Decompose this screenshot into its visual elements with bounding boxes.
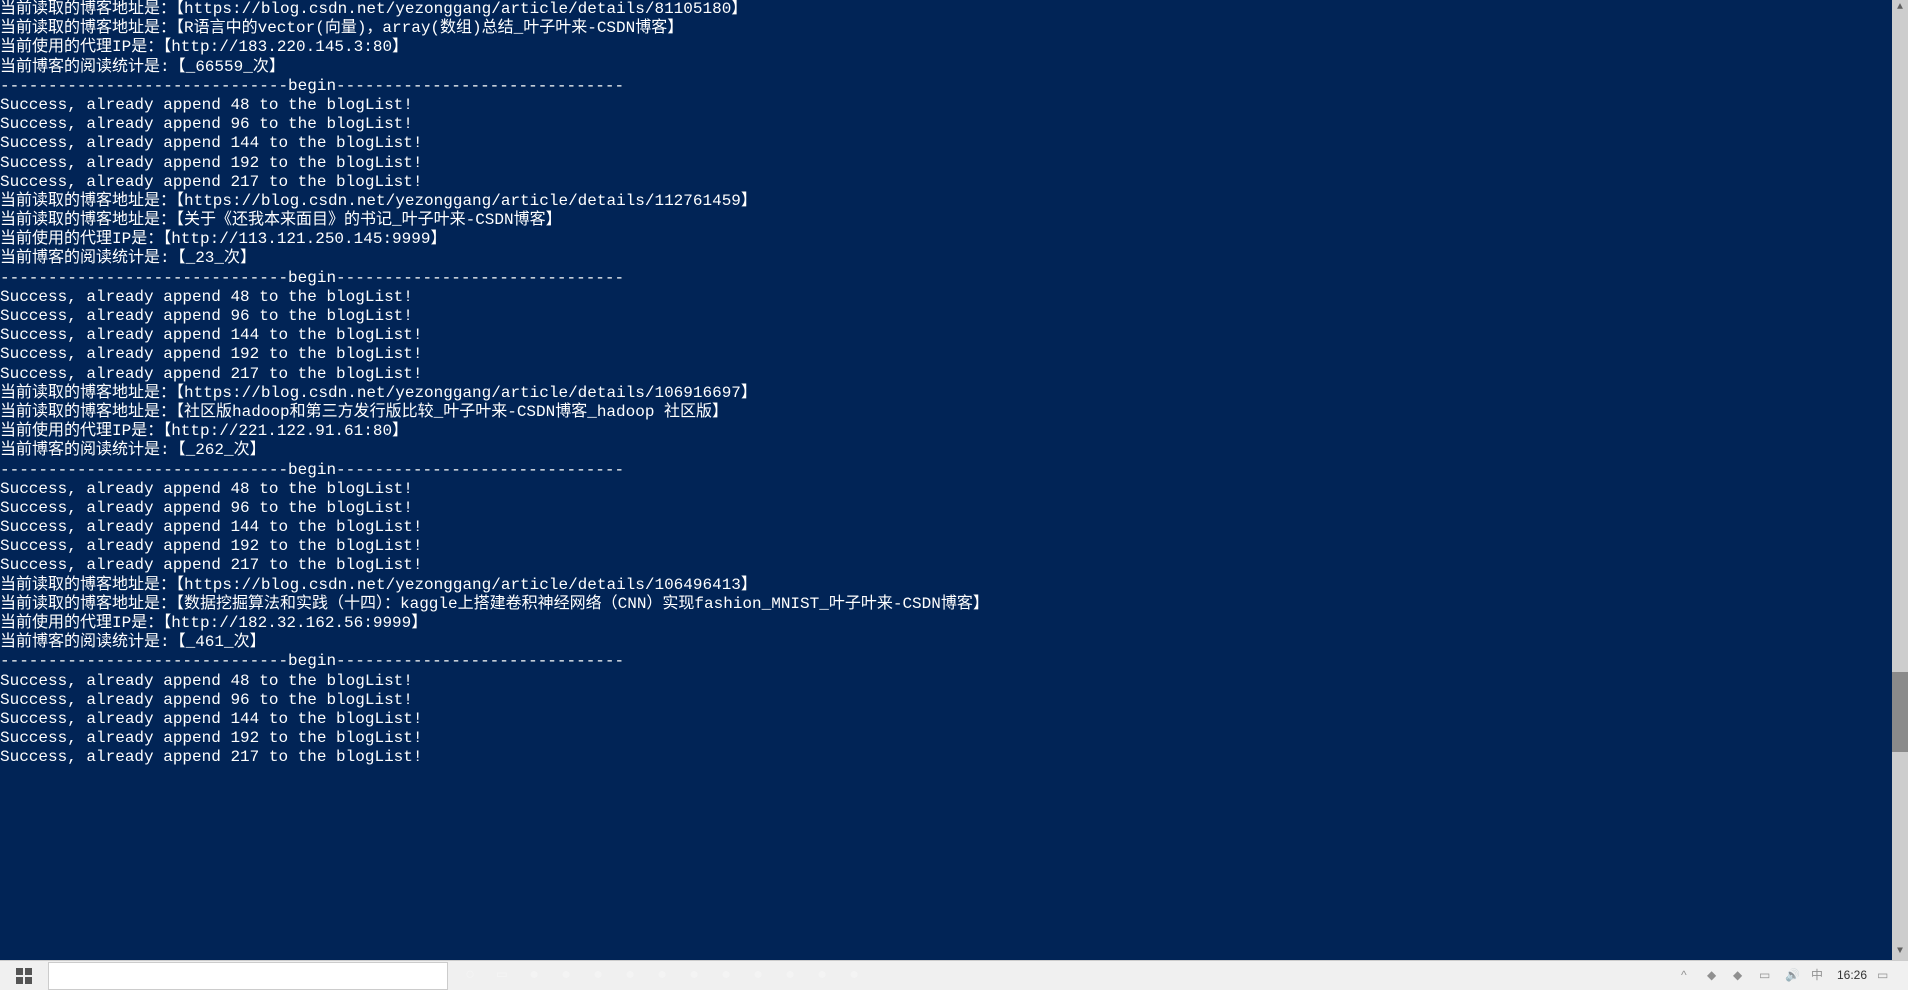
terminal-line: Success, already append 217 to the blogL…	[0, 173, 1908, 192]
terminal-line: Success, already append 96 to the blogLi…	[0, 499, 1908, 518]
terminal-line: 当前使用的代理IP是：【http://182.32.162.56:9999】	[0, 614, 1908, 633]
app-icon-7[interactable]: ●	[714, 964, 738, 988]
terminal-line: Success, already append 48 to the blogLi…	[0, 672, 1908, 691]
tray-network-icon[interactable]: ▭	[1759, 968, 1775, 984]
scroll-up-arrow[interactable]: ▲	[1892, 0, 1908, 16]
taskbar-tray: ^ ◆ ◆ ▭ 🔊 中 16:26 ▭	[1666, 968, 1908, 984]
terminal-line: Success, already append 217 to the blogL…	[0, 365, 1908, 384]
terminal-line: 当前读取的博客地址是：【R语言中的vector(向量)，array(数组)总结_…	[0, 19, 1908, 38]
terminal-line: Success, already append 48 to the blogLi…	[0, 288, 1908, 307]
terminal-line: Success, already append 96 to the blogLi…	[0, 691, 1908, 710]
app-icon-5[interactable]: ●	[650, 964, 674, 988]
terminal-line: 当前使用的代理IP是：【http://113.121.250.145:9999】	[0, 230, 1908, 249]
terminal-line: Success, already append 217 to the blogL…	[0, 748, 1908, 767]
terminal-line: 当前读取的博客地址是：【https://blog.csdn.net/yezong…	[0, 384, 1908, 403]
terminal-line: Success, already append 144 to the blogL…	[0, 518, 1908, 537]
terminal-line: 当前博客的阅读统计是:【_23_次】	[0, 249, 1908, 268]
terminal-line: Success, already append 192 to the blogL…	[0, 537, 1908, 556]
taskview-icon[interactable]: ▭	[490, 964, 514, 988]
terminal-line: 当前读取的博客地址是：【https://blog.csdn.net/yezong…	[0, 576, 1908, 595]
tray-notification-icon[interactable]: ▭	[1877, 968, 1893, 984]
tray-volume-icon[interactable]: 🔊	[1785, 968, 1801, 984]
windows-icon	[16, 968, 32, 984]
terminal-line: Success, already append 48 to the blogLi…	[0, 96, 1908, 115]
taskbar-clock[interactable]: 16:26	[1837, 968, 1867, 982]
terminal-line: Success, already append 144 to the blogL…	[0, 710, 1908, 729]
app-icon-3[interactable]: ●	[586, 964, 610, 988]
terminal-line: Success, already append 48 to the blogLi…	[0, 480, 1908, 499]
app-icon-2[interactable]: ●	[554, 964, 578, 988]
terminal-output[interactable]: 当前读取的博客地址是：【https://blog.csdn.net/yezong…	[0, 0, 1908, 960]
app-icon-4[interactable]: ●	[618, 964, 642, 988]
start-button[interactable]	[0, 961, 48, 990]
taskbar: ○ ▭ ● ● ● ● ● ● ● ● ● ● ● ^ ◆ ◆ ▭ 🔊 中 16…	[0, 960, 1908, 990]
terminal-line: 当前使用的代理IP是：【http://221.122.91.61:80】	[0, 422, 1908, 441]
terminal-line: Success, already append 217 to the blogL…	[0, 556, 1908, 575]
terminal-line: 当前博客的阅读统计是:【_66559_次】	[0, 58, 1908, 77]
terminal-line: 当前读取的博客地址是：【https://blog.csdn.net/yezong…	[0, 0, 1908, 19]
tray-icon-1[interactable]: ◆	[1707, 968, 1723, 984]
scroll-down-arrow[interactable]: ▼	[1892, 944, 1908, 960]
terminal-line: Success, already append 192 to the blogL…	[0, 345, 1908, 364]
terminal-line: Success, already append 192 to the blogL…	[0, 154, 1908, 173]
terminal-line: Success, already append 144 to the blogL…	[0, 134, 1908, 153]
terminal-line: 当前博客的阅读统计是:【_262_次】	[0, 441, 1908, 460]
app-icon-10[interactable]: ●	[810, 964, 834, 988]
terminal-line: 当前博客的阅读统计是:【_461_次】	[0, 633, 1908, 652]
cortana-icon[interactable]: ○	[458, 964, 482, 988]
terminal-line: 当前读取的博客地址是：【社区版hadoop和第三方发行版比较_叶子叶来-CSDN…	[0, 403, 1908, 422]
app-icon-8[interactable]: ●	[746, 964, 770, 988]
terminal-line: Success, already append 96 to the blogLi…	[0, 307, 1908, 326]
app-icon-9[interactable]: ●	[778, 964, 802, 988]
terminal-line: Success, already append 96 to the blogLi…	[0, 115, 1908, 134]
taskbar-app-icons: ○ ▭ ● ● ● ● ● ● ● ● ● ● ●	[448, 964, 876, 988]
app-icon-1[interactable]: ●	[522, 964, 546, 988]
tray-ime-icon[interactable]: 中	[1811, 968, 1827, 984]
tray-icon-2[interactable]: ◆	[1733, 968, 1749, 984]
terminal-line: ------------------------------begin-----…	[0, 461, 1908, 480]
terminal-line: 当前使用的代理IP是：【http://183.220.145.3:80】	[0, 38, 1908, 57]
tray-chevron-icon[interactable]: ^	[1681, 968, 1697, 984]
app-icon-6[interactable]: ●	[682, 964, 706, 988]
terminal-line: ------------------------------begin-----…	[0, 269, 1908, 288]
terminal-line: Success, already append 192 to the blogL…	[0, 729, 1908, 748]
terminal-line: 当前读取的博客地址是：【关于《还我本来面目》的书记_叶子叶来-CSDN博客】	[0, 211, 1908, 230]
terminal-line: ------------------------------begin-----…	[0, 77, 1908, 96]
terminal-line: Success, already append 144 to the blogL…	[0, 326, 1908, 345]
app-icon-11[interactable]: ●	[842, 964, 866, 988]
terminal-line: ------------------------------begin-----…	[0, 652, 1908, 671]
taskbar-search-box[interactable]	[48, 962, 448, 990]
terminal-line: 当前读取的博客地址是：【数据挖掘算法和实践（十四）：kaggle上搭建卷积神经网…	[0, 595, 1908, 614]
scrollbar-thumb[interactable]	[1892, 672, 1908, 752]
terminal-line: 当前读取的博客地址是：【https://blog.csdn.net/yezong…	[0, 192, 1908, 211]
scrollbar-track[interactable]	[1892, 0, 1908, 960]
